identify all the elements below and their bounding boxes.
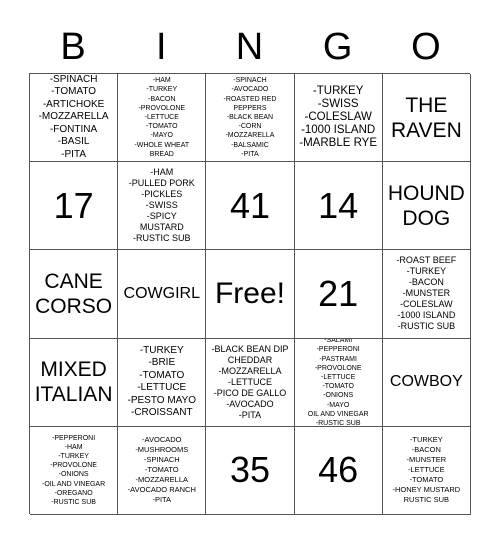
bingo-cell[interactable]: COWGIRL [118, 250, 207, 339]
bingo-cell[interactable]: -HAM -PULLED PORK -PICKLES -SWISS -SPICY… [118, 162, 207, 251]
cell-text: -HAM -PULLED PORK -PICKLES -SWISS -SPICY… [128, 167, 195, 244]
cell-text: HOUND DOG [387, 181, 465, 230]
cell-text: -HAM -TURKEY -BACON -PROVOLONE -LETTUCE … [134, 77, 190, 158]
cell-text: -ROAST BEEF -TURKEY -BACON -MUNSTER -COL… [396, 255, 457, 332]
bingo-cell[interactable]: -PEPPERONI -HAM -TURKEY -PROVOLONE -ONIO… [30, 426, 119, 515]
cell-text: COWGIRL [123, 284, 200, 302]
cell-text: 35 [229, 449, 270, 491]
header-letter-i: I [156, 26, 167, 68]
cell-text: -TURKEY -BACON -MUNSTER -LETTUCE -TOMATO… [392, 435, 461, 505]
bingo-cell[interactable]: -ROAST BEEF -TURKEY -BACON -MUNSTER -COL… [382, 250, 471, 339]
bingo-cell[interactable]: -TURKEY -BACON -MUNSTER -LETTUCE -TOMATO… [382, 426, 471, 515]
cell-text: -TURKEY -SWISS -COLESLAW -1000 ISLAND -M… [299, 85, 378, 150]
cell-text: CANE CORSO [35, 269, 113, 318]
bingo-cell[interactable]: 46 [294, 426, 383, 515]
bingo-card-grid: -SPINACH -TOMATO -ARTICHOKE -MOZZARELLA … [29, 73, 471, 515]
bingo-cell[interactable]: 14 [294, 162, 383, 251]
header-letter-b: B [60, 26, 86, 68]
cell-text: -BLACK BEAN DIP CHEDDAR -MOZZARELLA -LET… [211, 343, 289, 420]
cell-text: Free! [214, 276, 285, 310]
bingo-cell[interactable]: 17 [30, 162, 119, 251]
cell-text: 14 [318, 184, 359, 226]
bingo-cell[interactable]: CANE CORSO [30, 250, 119, 339]
cell-text: 17 [53, 184, 94, 226]
bingo-cell[interactable]: THE RAVEN [382, 74, 471, 163]
cell-text: -PEPPERONI -HAM -TURKEY -PROVOLONE -ONIO… [42, 434, 106, 506]
header-letter-n: N [235, 26, 264, 68]
header-letter-o: O [411, 26, 441, 68]
cell-text: COWBOY [389, 373, 463, 391]
cell-text: 21 [318, 272, 359, 314]
bingo-cell[interactable]: -AVOCADO -MUSHROOMS -SPINACH -TOMATO -MO… [118, 426, 207, 515]
cell-text: THE RAVEN [390, 93, 462, 142]
bingo-cell[interactable]: 35 [206, 426, 295, 515]
bingo-cell[interactable]: -HAM -TURKEY -BACON -PROVOLONE -LETTUCE … [118, 74, 207, 163]
free-space-cell[interactable]: Free! [206, 250, 295, 339]
bingo-cell[interactable]: -SALAMI -PEPPERONI -PASTRAMI -PROVOLONE … [294, 338, 383, 427]
bingo-cell[interactable]: -SPINACH -TOMATO -ARTICHOKE -MOZZARELLA … [30, 74, 119, 163]
bingo-cell[interactable]: -SPINACH -AVOCADO -ROASTED RED PEPPERS -… [206, 74, 295, 163]
bingo-header: B I N G O [29, 22, 470, 72]
cell-text: -SALAMI -PEPPERONI -PASTRAMI -PROVOLONE … [307, 338, 369, 427]
cell-text: -SPINACH -TOMATO -ARTICHOKE -MOZZARELLA … [38, 74, 109, 160]
bingo-cell[interactable]: 41 [206, 162, 295, 251]
bingo-cell[interactable]: -TURKEY -SWISS -COLESLAW -1000 ISLAND -M… [294, 74, 383, 163]
bingo-cell[interactable]: MIXED ITALIAN [30, 338, 119, 427]
bingo-cell[interactable]: -BLACK BEAN DIP CHEDDAR -MOZZARELLA -LET… [206, 338, 295, 427]
bingo-cell[interactable]: 21 [294, 250, 383, 339]
cell-text: -AVOCADO -MUSHROOMS -SPINACH -TOMATO -MO… [127, 435, 196, 505]
cell-text: MIXED ITALIAN [34, 358, 113, 407]
cell-text: -SPINACH -AVOCADO -ROASTED RED PEPPERS -… [223, 77, 277, 158]
cell-text: -TURKEY -BRIE -TOMATO -LETTUCE -PESTO MA… [127, 344, 197, 419]
cell-text: 46 [318, 449, 359, 491]
header-letter-g: G [322, 26, 353, 68]
bingo-cell[interactable]: COWBOY [382, 338, 471, 427]
cell-text: 41 [229, 184, 270, 226]
bingo-cell[interactable]: -TURKEY -BRIE -TOMATO -LETTUCE -PESTO MA… [118, 338, 207, 427]
bingo-cell[interactable]: HOUND DOG [382, 162, 471, 251]
